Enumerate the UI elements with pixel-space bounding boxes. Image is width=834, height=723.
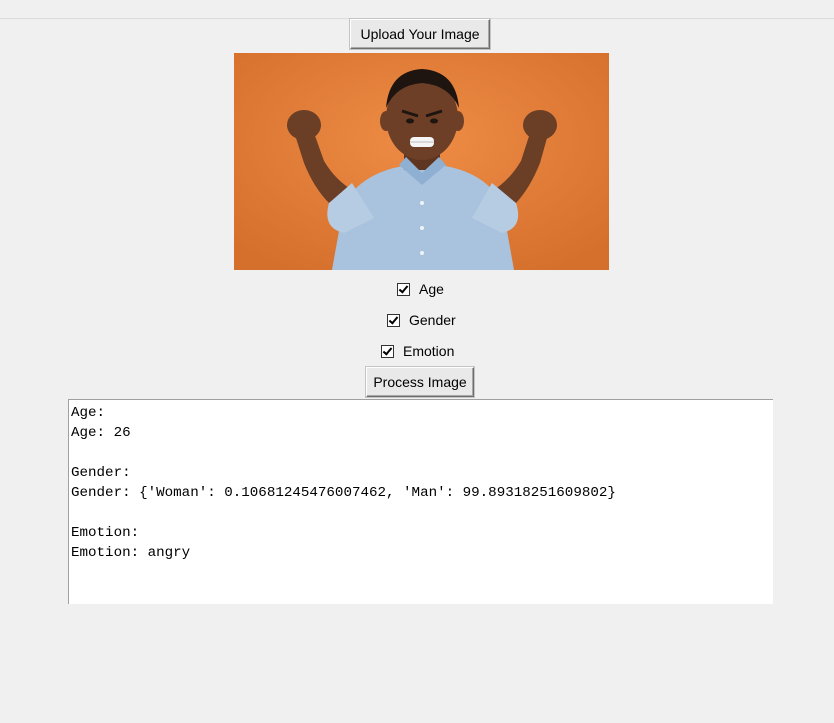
emotion-checkbox-label: Emotion xyxy=(403,343,455,359)
child-photo-icon xyxy=(234,53,609,270)
gender-checkbox[interactable]: Gender xyxy=(387,310,456,330)
gender-checkbox-label: Gender xyxy=(409,312,456,328)
uploaded-image xyxy=(234,53,609,270)
output-line: Gender: {'Woman': 0.10681245476007462, '… xyxy=(71,485,616,501)
emotion-checkbox[interactable]: Emotion xyxy=(381,341,454,361)
output-line: Age: 26 xyxy=(71,425,131,441)
process-image-button[interactable]: Process Image xyxy=(366,367,474,397)
upload-image-button[interactable]: Upload Your Image xyxy=(350,19,490,49)
output-line: Emotion: angry xyxy=(71,545,191,561)
output-line: Emotion: xyxy=(71,525,140,541)
results-text-area[interactable]: Age: Age: 26 Gender: Gender: {'Woman': 0… xyxy=(68,399,773,604)
checkmark-icon[interactable] xyxy=(387,313,400,327)
checkmark-icon[interactable] xyxy=(397,282,410,296)
age-checkbox[interactable]: Age xyxy=(397,279,444,299)
output-line: Gender: xyxy=(71,465,131,481)
output-line: Age: xyxy=(71,405,106,421)
age-checkbox-label: Age xyxy=(419,281,444,297)
checkmark-icon[interactable] xyxy=(381,344,394,358)
